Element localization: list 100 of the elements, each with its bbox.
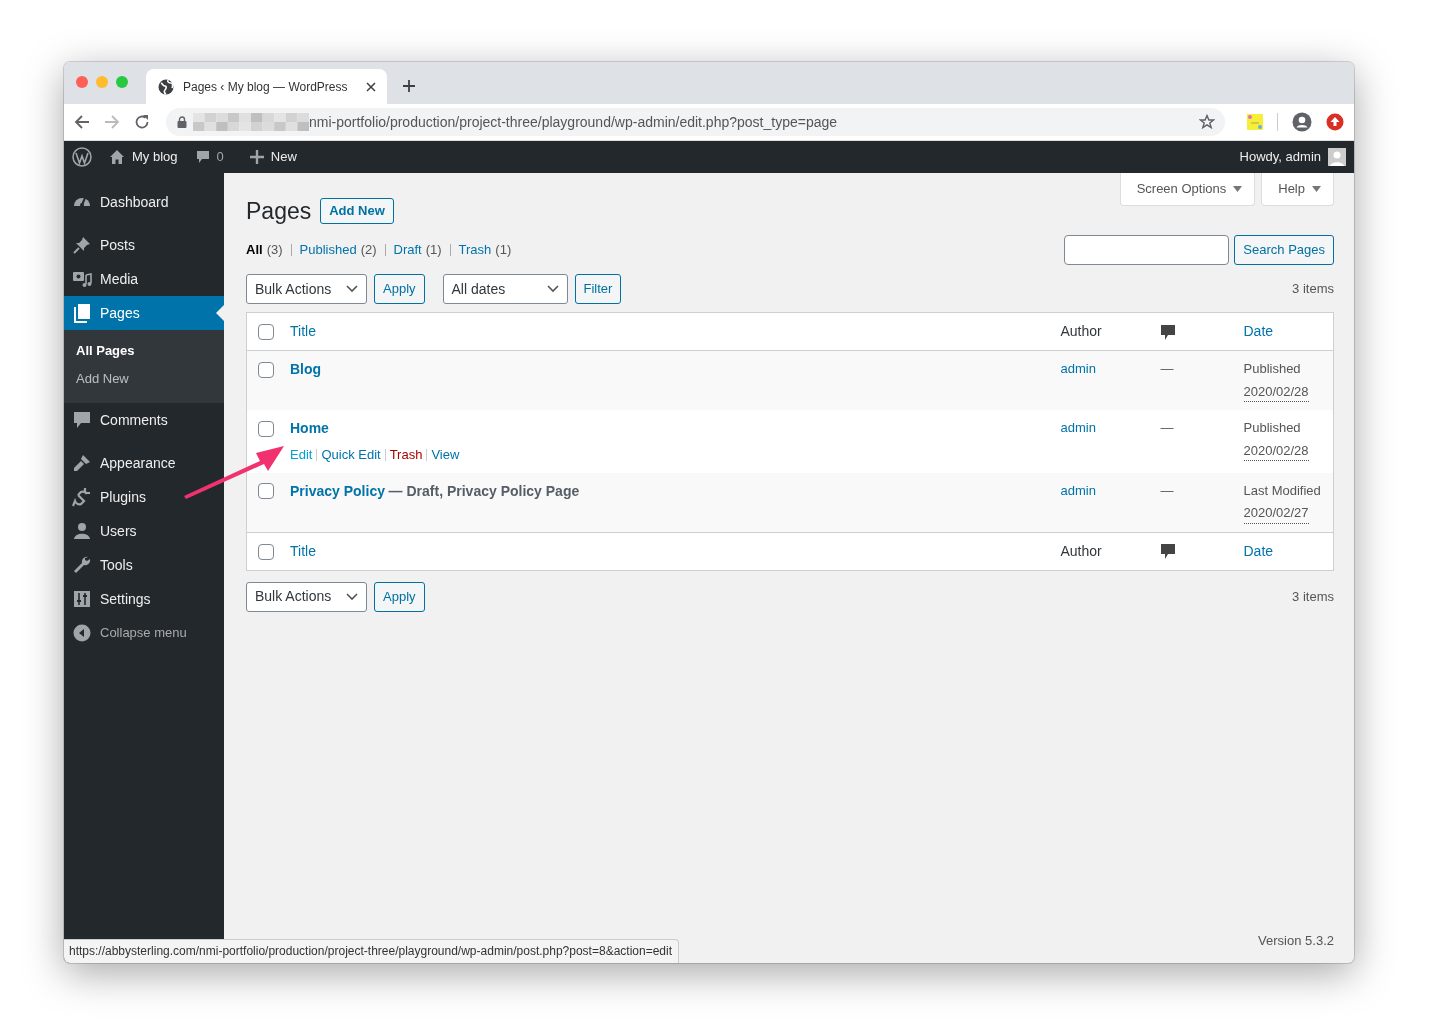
speech-bubble-icon xyxy=(1160,544,1175,560)
sidebar-item[interactable]: Plugins xyxy=(64,480,224,514)
sliders-icon xyxy=(72,589,92,609)
version-text: Version 5.3.2 xyxy=(1258,931,1334,950)
sidebar-item[interactable]: Users xyxy=(64,514,224,548)
browser-tab[interactable]: Pages ‹ My blog — WordPress xyxy=(146,69,387,104)
reload-icon[interactable] xyxy=(134,114,150,130)
select-all-checkbox[interactable] xyxy=(258,324,274,341)
back-icon[interactable] xyxy=(74,114,90,130)
page-title-link[interactable]: Home xyxy=(290,420,329,437)
comment-count: — xyxy=(1160,361,1174,377)
sidebar-item[interactable]: Appearance xyxy=(64,446,224,480)
sort-column-link[interactable]: Title xyxy=(290,542,316,559)
screen-tab[interactable]: Help xyxy=(1261,173,1334,206)
column-header: Author xyxy=(1060,542,1102,559)
view-filter-link[interactable]: Trash xyxy=(458,240,492,260)
chevron-icon xyxy=(346,285,358,294)
author-link[interactable]: admin xyxy=(1060,482,1096,498)
apply-button[interactable]: Apply xyxy=(374,581,425,612)
wordpress-logo-icon[interactable] xyxy=(72,147,92,167)
page-title-link[interactable]: Blog xyxy=(290,361,322,378)
extension-icon[interactable] xyxy=(1247,114,1263,130)
new-link[interactable]: New xyxy=(240,147,306,167)
lock-icon xyxy=(177,116,187,128)
date-text: 2020/02/28 xyxy=(1243,440,1309,462)
sidebar-item[interactable]: Posts xyxy=(64,228,224,262)
date-filter-select[interactable]: All dates xyxy=(442,274,568,305)
select-all-checkbox[interactable] xyxy=(258,543,274,560)
close-icon[interactable] xyxy=(365,80,377,93)
row-checkbox[interactable] xyxy=(258,420,274,437)
author-link[interactable]: admin xyxy=(1060,420,1096,436)
view-filter-link[interactable]: Draft xyxy=(393,240,422,260)
tab-title: Pages ‹ My blog — WordPress xyxy=(183,78,349,96)
date-text: 2020/02/28 xyxy=(1243,381,1309,403)
bulk-actions-select[interactable]: Bulk Actions xyxy=(246,581,367,612)
comments-link[interactable]: 0 xyxy=(186,147,233,167)
bulk-actions-select[interactable]: Bulk Actions xyxy=(246,274,367,305)
forward-icon[interactable] xyxy=(104,114,120,130)
row-action-link[interactable]: View xyxy=(431,445,460,465)
author-link[interactable]: admin xyxy=(1060,361,1096,377)
item-count: 3 items xyxy=(1292,280,1334,299)
plug-icon xyxy=(72,487,92,507)
row-checkbox[interactable] xyxy=(258,361,274,378)
sort-column-link[interactable]: Title xyxy=(290,323,316,340)
star-icon[interactable] xyxy=(1199,114,1215,130)
sidebar-item[interactable]: Settings xyxy=(64,582,224,616)
submenu-item[interactable]: All Pages xyxy=(64,337,224,365)
row-checkbox[interactable] xyxy=(258,483,274,500)
profile-icon[interactable] xyxy=(1292,112,1312,132)
view-filter-link[interactable]: Published xyxy=(299,240,357,260)
upload-icon[interactable] xyxy=(1326,113,1344,131)
collapse-menu-button[interactable]: Collapse menu xyxy=(64,616,224,650)
pages-icon xyxy=(72,303,92,323)
url-text: nmi-portfolio/production/project-three/playground/wp-admin/edit.php?post_type=page xyxy=(309,112,839,132)
view-count: (2) xyxy=(360,241,377,260)
sort-column-link[interactable]: Date xyxy=(1243,542,1274,559)
comment-count: — xyxy=(1160,420,1174,436)
account-link[interactable]: Howdy, admin xyxy=(1230,147,1346,167)
current-item-pointer xyxy=(216,305,224,321)
screen-tab[interactable]: Screen Options xyxy=(1119,173,1256,206)
view-count: (1) xyxy=(425,241,442,260)
sort-column-link[interactable]: Date xyxy=(1243,323,1274,340)
row-action-link[interactable]: Trash xyxy=(389,445,423,465)
view-count: (1) xyxy=(495,241,512,260)
wrench-icon xyxy=(72,555,92,575)
speech-bubble-icon xyxy=(1160,324,1175,340)
search-button[interactable]: Search Pages xyxy=(1234,235,1334,266)
address-bar[interactable]: nmi-portfolio/production/project-three/playground/wp-admin/edit.php?post_type=page xyxy=(166,108,1225,136)
view-count: (3) xyxy=(266,241,283,260)
sidebar-item[interactable]: Media xyxy=(64,262,224,296)
filter-button[interactable]: Filter xyxy=(574,274,622,305)
apply-button[interactable]: Apply xyxy=(374,274,425,305)
date-status: Last Modified xyxy=(1243,481,1322,500)
avatar-icon xyxy=(1328,148,1346,166)
caret-icon xyxy=(1312,185,1321,192)
sidebar-item[interactable]: Comments xyxy=(64,403,224,437)
media-icon xyxy=(72,269,92,289)
submenu-item[interactable]: Add New xyxy=(64,365,224,393)
page-title-link[interactable]: Privacy Policy xyxy=(290,482,385,499)
chevron-icon xyxy=(346,592,358,601)
sidebar-item[interactable]: Dashboard xyxy=(64,185,224,219)
caret-icon xyxy=(1233,185,1243,192)
new-tab-icon[interactable] xyxy=(402,79,416,93)
sidebar-item[interactable]: Pages xyxy=(64,296,224,330)
search-field[interactable] xyxy=(1064,235,1230,266)
site-link[interactable]: My blog xyxy=(100,147,187,167)
add-new-button[interactable]: Add New xyxy=(320,198,394,225)
speech-bubble-icon xyxy=(195,150,210,164)
sidebar-item[interactable]: Tools xyxy=(64,548,224,582)
row-action-link[interactable]: Quick Edit xyxy=(321,445,381,465)
comment-count: — xyxy=(1160,482,1174,498)
view-filter-link[interactable]: All xyxy=(246,240,263,260)
paintbrush-icon xyxy=(72,453,92,473)
date-text: 2020/02/27 xyxy=(1243,503,1309,524)
date-status: Published xyxy=(1243,419,1302,438)
plus-icon xyxy=(249,150,264,164)
globe-icon xyxy=(158,78,174,95)
close-window-button[interactable] xyxy=(76,76,88,88)
user-icon xyxy=(72,521,92,541)
date-status: Published xyxy=(1243,360,1302,379)
